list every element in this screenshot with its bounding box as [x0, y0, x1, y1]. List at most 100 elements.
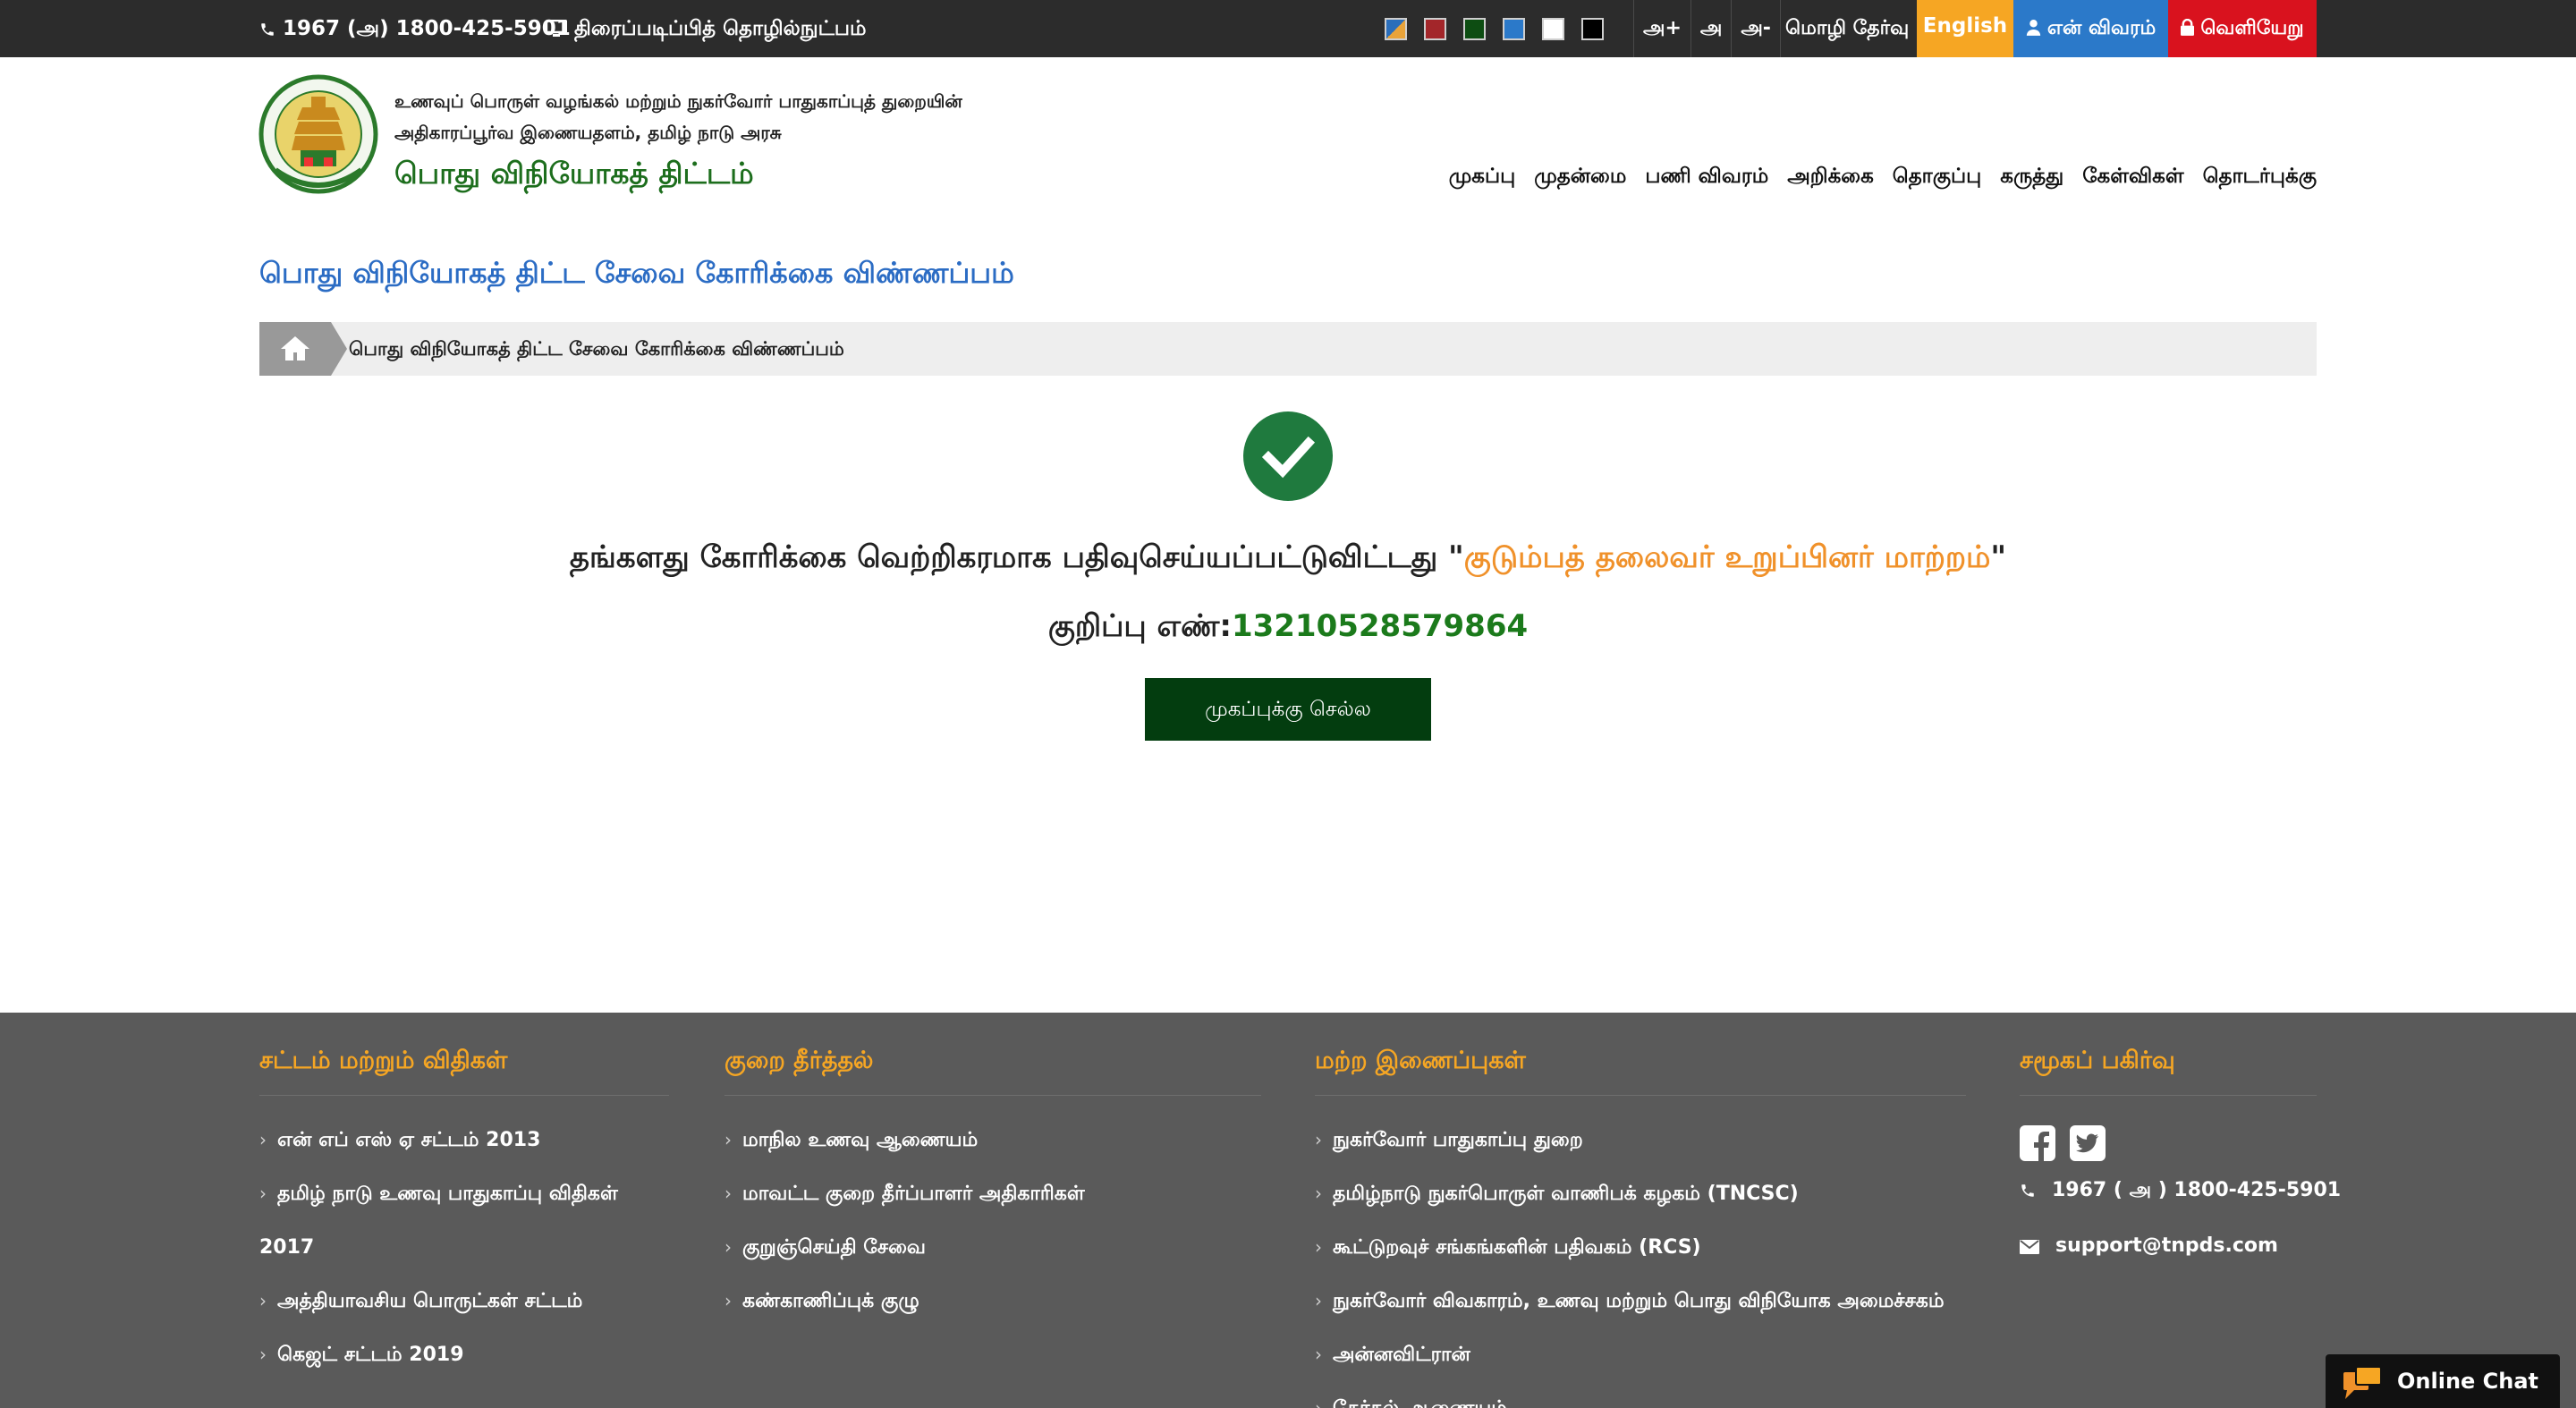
- department-name: உணவுப் பொருள் வழங்கல் மற்றும் நுகர்வோர் …: [394, 90, 962, 112]
- footer-links-heading: மற்ற இணைப்புகள்: [1315, 1047, 1526, 1074]
- home-icon: [281, 336, 309, 360]
- go-home-button[interactable]: முகப்புக்கு செல்ல: [1145, 678, 1431, 741]
- twitter-icon[interactable]: [2070, 1125, 2106, 1161]
- facebook-icon[interactable]: [2020, 1125, 2055, 1161]
- footer-email-address: support@tnpds.com: [2055, 1234, 2278, 1257]
- chevron-right-icon: ›: [259, 1290, 267, 1311]
- theme-swatch-default[interactable]: [1385, 17, 1407, 40]
- footer-divider: [259, 1095, 669, 1096]
- footer-grievance-item[interactable]: › மாவட்ட குறை தீர்ப்பாளர் அதிகாரிகள்: [724, 1183, 1085, 1208]
- screen-reader-link[interactable]: திரைப்படிப்பித் தொழில்நுட்பம்: [545, 0, 867, 57]
- chevron-right-icon: ›: [1315, 1344, 1322, 1365]
- reference-label: குறிப்பு எண்:: [1047, 608, 1232, 644]
- chevron-right-icon: ›: [1315, 1236, 1322, 1258]
- logout-label: வெளியேறு: [2200, 17, 2304, 39]
- breadcrumb: பொது விநியோகத் திட்ட சேவை கோரிக்கை விண்ண…: [259, 322, 2317, 376]
- footer-law-item[interactable]: › அத்தியாவசிய பொருட்கள் சட்டம்: [259, 1290, 582, 1315]
- font-size-controls: அ+ அ அ-: [1633, 0, 1781, 57]
- lock-icon: [2181, 18, 2195, 36]
- language-select-label: மொழி தேர்வு: [1785, 17, 1910, 39]
- nav-collection[interactable]: தொகுப்பு: [1893, 165, 1981, 191]
- color-theme-swatches: [1385, 0, 1604, 57]
- breadcrumb-home[interactable]: [259, 322, 331, 376]
- phone-icon: [2021, 1184, 2034, 1197]
- profile-label: என் விவரம்: [2046, 17, 2157, 39]
- user-icon: [2026, 20, 2040, 36]
- nav-work-details[interactable]: பணி விவரம்: [1645, 165, 1768, 191]
- nav-faq[interactable]: கேள்விகள்: [2082, 165, 2183, 191]
- chevron-right-icon: ›: [1315, 1290, 1322, 1311]
- footer-law-heading: சட்டம் மற்றும் விதிகள்: [259, 1047, 508, 1074]
- online-chat-label: Online Chat: [2397, 1369, 2539, 1394]
- reference-line: குறிப்பு எண்:13210528579864: [0, 608, 2576, 648]
- nav-report[interactable]: அறிக்கை: [1787, 165, 1874, 191]
- footer-link-item[interactable]: › கூட்டுறவுச் சங்கங்களின் பதிவகம் (RCS): [1315, 1236, 1701, 1261]
- chevron-right-icon: ›: [1315, 1129, 1322, 1150]
- phone-icon: [261, 23, 274, 36]
- helpline: 1967 (அ) 1800-425-5901: [259, 0, 571, 57]
- footer-phone: 1967 ( அ ) 1800-425-5901: [2020, 1179, 2341, 1204]
- theme-swatch-blue[interactable]: [1503, 17, 1525, 40]
- nav-feedback[interactable]: கருத்து: [2000, 165, 2063, 191]
- main-nav: முகப்பு முதன்மை பணி விவரம் அறிக்கை தொகுப…: [1449, 165, 2317, 191]
- footer-law-item[interactable]: › என் எப் எஸ் ஏ சட்டம் 2013: [259, 1129, 540, 1154]
- success-message: தங்களது கோரிக்கை வெற்றிகரமாக பதிவுசெய்யப…: [0, 539, 2576, 579]
- social-links: [2020, 1125, 2106, 1161]
- theme-swatch-green[interactable]: [1463, 17, 1486, 40]
- success-message-close-quote: ": [1990, 539, 2007, 575]
- chevron-right-icon: ›: [1315, 1397, 1322, 1408]
- breadcrumb-arrow: [331, 322, 347, 376]
- request-type: குடும்பத் தலைவர் உறுப்பினர் மாற்றம்: [1463, 539, 1991, 575]
- footer-email[interactable]: support@tnpds.com: [2020, 1234, 2278, 1257]
- footer-phone-number: 1967 ( அ ) 1800-425-5901: [2052, 1179, 2342, 1201]
- theme-swatch-black[interactable]: [1581, 17, 1604, 40]
- online-chat-button[interactable]: Online Chat: [2326, 1354, 2560, 1408]
- nav-contact[interactable]: தொடர்புக்கு: [2203, 165, 2317, 191]
- nav-home[interactable]: முகப்பு: [1449, 165, 1515, 191]
- chevron-right-icon: ›: [724, 1290, 732, 1311]
- font-decrease-button[interactable]: அ-: [1731, 0, 1781, 57]
- envelope-icon: [2020, 1240, 2039, 1254]
- footer-link-item[interactable]: › நுகர்வோர் பாதுகாப்பு துறை: [1315, 1129, 1583, 1154]
- english-button[interactable]: English: [1917, 0, 2013, 57]
- success-check-icon: [1243, 411, 1333, 501]
- chevron-right-icon: ›: [724, 1183, 732, 1204]
- footer-law-item[interactable]: › கெஜட் சட்டம் 2019: [259, 1344, 464, 1369]
- chevron-right-icon: ›: [259, 1129, 267, 1150]
- footer-divider: [2020, 1095, 2317, 1096]
- footer-link-item[interactable]: ›தேர்தல் ஆணையம்: [1315, 1397, 1507, 1408]
- nav-main[interactable]: முதன்மை: [1534, 165, 1626, 191]
- reference-number: 13210528579864: [1231, 608, 1529, 644]
- success-message-text: தங்களது கோரிக்கை வெற்றிகரமாக பதிவுசெய்யப…: [569, 539, 1464, 575]
- chevron-right-icon: ›: [724, 1129, 732, 1150]
- theme-swatch-white[interactable]: [1542, 17, 1564, 40]
- footer-grievance-item[interactable]: › கண்காணிப்புக் குழு: [724, 1290, 919, 1315]
- tamil-nadu-emblem-logo[interactable]: [258, 72, 379, 204]
- chevron-right-icon: ›: [259, 1183, 267, 1204]
- chat-bubble-icon: [2343, 1367, 2382, 1399]
- font-increase-button[interactable]: அ+: [1633, 0, 1690, 57]
- profile-button[interactable]: என் விவரம்: [2013, 0, 2168, 57]
- footer-social-heading: சமூகப் பகிர்வு: [2020, 1047, 2175, 1074]
- official-site-label: அதிகாரப்பூர்வ இணையதளம், தமிழ் நாடு அரசு: [394, 122, 782, 143]
- monitor-icon: [545, 19, 568, 37]
- footer-link-item[interactable]: › தமிழ்நாடு நுகர்பொருள் வாணிபக் கழகம் (TN…: [1315, 1183, 1799, 1208]
- footer: சட்டம் மற்றும் விதிகள் › என் எப் எஸ் ஏ சட…: [0, 1013, 2576, 1408]
- footer-divider: [1315, 1095, 1966, 1096]
- footer-grievance-item[interactable]: › குறுஞ்செய்தி சேவை: [724, 1236, 926, 1261]
- footer-link-item[interactable]: › அன்னவிட்ரான்: [1315, 1344, 1470, 1369]
- chevron-right-icon: ›: [259, 1344, 267, 1365]
- font-normal-button[interactable]: அ: [1690, 0, 1731, 57]
- screen-reader-label: திரைப்படிப்பித் தொழில்நுட்பம்: [574, 17, 867, 40]
- chevron-right-icon: ›: [724, 1236, 732, 1258]
- footer-law-item-year[interactable]: 2017: [259, 1236, 314, 1259]
- logout-button[interactable]: வெளியேறு: [2168, 0, 2317, 57]
- footer-divider: [724, 1095, 1261, 1096]
- footer-link-item[interactable]: › நுகர்வோர் விவகாரம், உணவு மற்றும் பொது வ…: [1315, 1290, 1945, 1315]
- theme-swatch-red[interactable]: [1424, 17, 1446, 40]
- top-bar: 1967 (அ) 1800-425-5901 திரைப்படிப்பித் த…: [0, 0, 2576, 57]
- footer-law-item[interactable]: › தமிழ் நாடு உணவு பாதுகாப்பு விதிகள்: [259, 1183, 618, 1208]
- site-name[interactable]: பொது விநியோகத் திட்டம்: [394, 156, 754, 195]
- footer-grievance-item[interactable]: › மாநில உணவு ஆணையம்: [724, 1129, 978, 1154]
- footer-grievance-heading: குறை தீர்த்தல்: [724, 1047, 874, 1074]
